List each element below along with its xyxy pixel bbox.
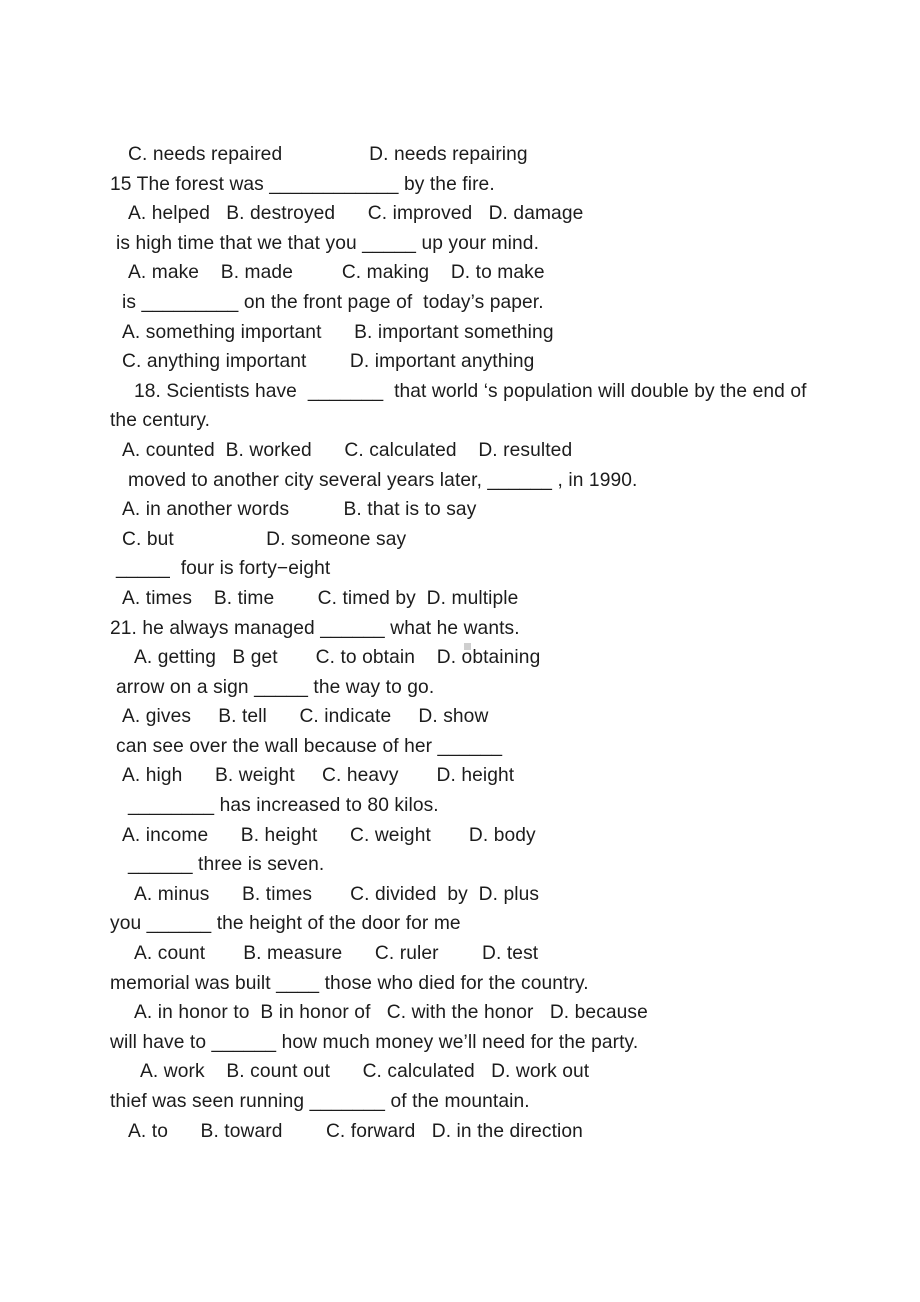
exercise-line: ________ has increased to 80 kilos. xyxy=(128,795,439,817)
exercise-line: moved to another city several years late… xyxy=(128,469,638,491)
exercise-line: A. make B. made C. making D. to make xyxy=(128,262,545,284)
exercise-line: 15 The forest was ____________ by the fi… xyxy=(110,173,495,195)
exercise-line: C. needs repaired D. needs repairing xyxy=(128,144,528,165)
exercise-line: is _________ on the front page of today’… xyxy=(122,291,544,313)
exercise-line: arrow on a sign _____ the way to go. xyxy=(116,676,435,698)
exercise-line: ______ three is seven. xyxy=(128,854,325,876)
exercise-line: _____ four is forty−eight xyxy=(116,558,331,580)
exercise-line: A. income B. height C. weight D. body xyxy=(122,824,536,846)
exercise-line: memorial was built ____ those who died f… xyxy=(110,972,589,994)
exercise-line: A. high B. weight C. heavy D. height xyxy=(122,765,515,787)
exercise-line: A. counted B. worked C. calculated D. re… xyxy=(122,439,573,461)
exercise-line: A. something important B. important some… xyxy=(122,321,554,343)
exercise-line: A. to B. toward C. forward D. in the dir… xyxy=(128,1120,583,1142)
exercise-line: the century. xyxy=(110,410,211,432)
exercise-line: A. minus B. times C. divided by D. plus xyxy=(134,883,540,905)
exercise-line: A. work B. count out C. calculated D. wo… xyxy=(140,1061,590,1083)
scan-speck-artifact xyxy=(464,643,471,650)
document-page: C. needs repaired D. needs repairing 15 T… xyxy=(0,0,920,1302)
exercise-line: can see over the wall because of her ___… xyxy=(116,735,503,757)
exercise-line: A. count B. measure C. ruler D. test xyxy=(134,943,539,965)
exercise-line: 21. he always managed ______ what he wan… xyxy=(110,617,520,639)
exercise-line: A. helped B. destroyed C. improved D. da… xyxy=(128,203,584,225)
exercise-line: is high time that we that you _____ up y… xyxy=(116,232,540,254)
exercise-line: A. in honor to B in honor of C. with the… xyxy=(134,1002,648,1024)
exercise-line: 18. Scientists have _______ that world ‘… xyxy=(134,380,807,402)
exercise-line: A. times B. time C. timed by D. multiple xyxy=(122,587,519,609)
exercise-line: you ______ the height of the door for me xyxy=(110,913,461,935)
exercise-line: A. in another words B. that is to say xyxy=(122,499,477,521)
exercise-line: will have to ______ how much money we’ll… xyxy=(110,1031,639,1053)
exercise-line: A. gives B. tell C. indicate D. show xyxy=(122,706,489,728)
exercise-line: thief was seen running _______ of the mo… xyxy=(110,1091,530,1112)
exercise-line: C. but D. someone say xyxy=(122,528,407,550)
exercise-line: C. anything important D. important anyth… xyxy=(122,351,535,373)
